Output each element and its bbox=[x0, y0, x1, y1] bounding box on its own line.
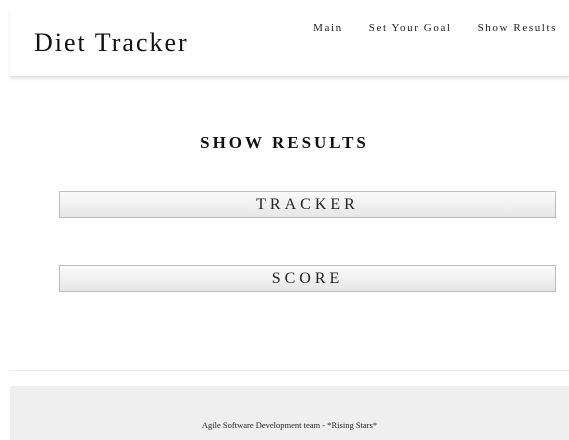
footer-credit: Agile Software Development team - *Risin… bbox=[201, 420, 378, 430]
nav-link-show-results[interactable]: Show Results bbox=[478, 22, 557, 34]
footer-divider bbox=[10, 370, 569, 371]
site-footer: Agile Software Development team - *Risin… bbox=[10, 386, 569, 440]
page-title: SHOW RESULTS bbox=[200, 133, 369, 152]
score-button[interactable]: SCORE bbox=[59, 265, 556, 292]
tracker-button[interactable]: TRACKER bbox=[59, 191, 556, 218]
main-nav: Main Set Your Goal Show Results bbox=[313, 22, 557, 34]
nav-link-set-your-goal[interactable]: Set Your Goal bbox=[369, 22, 452, 34]
nav-link-main[interactable]: Main bbox=[313, 22, 343, 34]
site-header: Diet Tracker Main Set Your Goal Show Res… bbox=[10, 8, 569, 77]
brand-title: Diet Tracker bbox=[34, 28, 189, 57]
